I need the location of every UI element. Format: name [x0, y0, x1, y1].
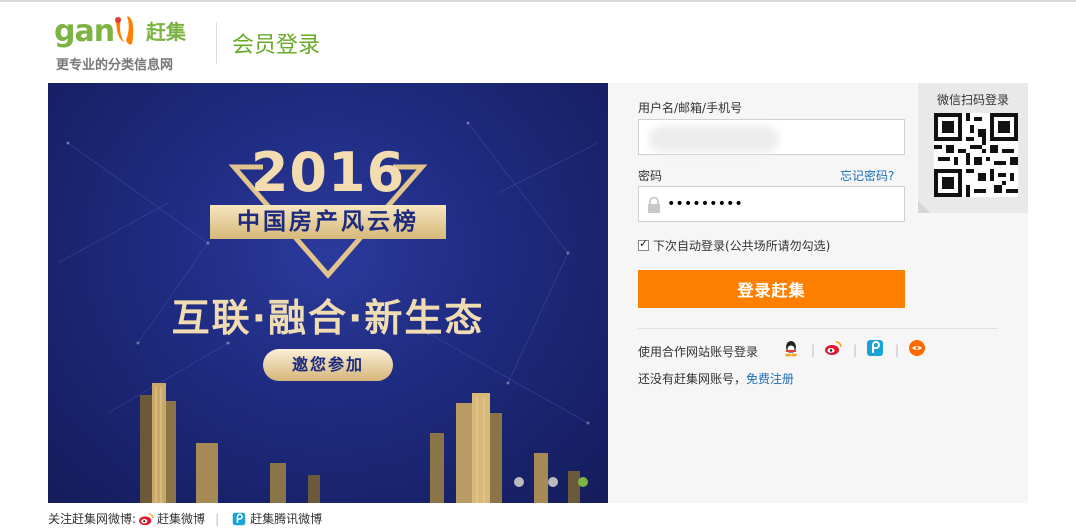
logo-ji-glyph-icon	[115, 16, 134, 45]
carousel-dot-1[interactable]	[514, 477, 524, 487]
tencent-weibo-link[interactable]: 赶集腾讯微博	[250, 510, 322, 527]
qq-icon[interactable]	[782, 339, 800, 357]
sina-weibo-icon	[139, 512, 154, 525]
sina-weibo-icon[interactable]	[824, 339, 842, 357]
promo-banner[interactable]: 2016 中国房产风云榜 互联·融合·新生态 邀您参加	[48, 83, 608, 503]
banner-subtitle: 中国房产风云榜	[237, 209, 419, 235]
logo-chinese-name: 赶集	[146, 20, 186, 44]
banner-headline: 互联·融合·新生态	[171, 296, 485, 340]
username-label: 用户名/邮箱/手机号	[638, 101, 743, 115]
login-panel: 用户名/邮箱/手机号 密码 忘记密码? 下次自动登录(公共场所请勿勾选) 登录赶…	[608, 83, 1028, 503]
carousel-dot-2[interactable]	[548, 477, 558, 487]
forgot-password-link[interactable]: 忘记密码?	[840, 167, 894, 184]
remember-me-label: 下次自动登录(公共场所请勿勾选)	[653, 239, 831, 253]
taobao-icon[interactable]	[908, 339, 926, 357]
footer-social: 关注赶集网微博: 赶集微博 | 赶集腾讯微博	[48, 510, 322, 527]
wechat-qr-login[interactable]: 微信扫码登录	[918, 83, 1028, 213]
login-button[interactable]: 登录赶集	[638, 270, 905, 308]
partner-separator: |	[811, 343, 816, 357]
logo-wordmark: gan	[54, 14, 138, 50]
qr-code-icon[interactable]	[934, 113, 1018, 197]
follow-label: 关注赶集网微博:	[48, 512, 137, 526]
banner-cta-button[interactable]: 邀您参加	[263, 349, 393, 381]
logo-tagline: 更专业的分类信息网	[56, 58, 174, 73]
username-redacted-blur	[649, 126, 779, 152]
tencent-weibo-icon[interactable]	[866, 339, 884, 357]
qr-title: 微信扫码登录	[936, 93, 1009, 107]
header-divider	[216, 22, 217, 64]
username-field[interactable]	[638, 119, 905, 155]
password-field[interactable]	[638, 186, 905, 222]
partner-login-label: 使用合作网站账号登录	[638, 345, 759, 359]
password-input[interactable]	[639, 187, 904, 221]
register-link[interactable]: 免费注册	[746, 372, 794, 386]
top-border	[0, 0, 1076, 2]
tencent-weibo-icon	[232, 512, 246, 525]
checkbox-checked-icon[interactable]	[638, 237, 649, 251]
password-label: 密码	[638, 169, 663, 183]
qr-toggle-corner-icon[interactable]	[918, 201, 930, 213]
page-title: 会员登录	[232, 33, 321, 58]
carousel-dot-3-active[interactable]	[578, 477, 588, 487]
ganji-logo[interactable]: gan 赶集 更专业的分类信息网	[54, 14, 204, 74]
footer-separator: |	[215, 511, 220, 526]
divider	[638, 328, 998, 329]
partner-separator: |	[895, 343, 900, 357]
lock-icon	[648, 197, 660, 213]
no-account-row: 还没有赶集网账号，免费注册	[638, 370, 794, 387]
remember-me-checkbox[interactable]: 下次自动登录(公共场所请勿勾选)	[638, 237, 830, 254]
weibo-link[interactable]: 赶集微博	[157, 510, 205, 527]
banner-subtitle-plate: 中国房产风云榜	[210, 205, 446, 239]
banner-year: 2016	[250, 141, 406, 204]
no-account-text: 还没有赶集网账号，	[638, 372, 747, 386]
partner-separator: |	[853, 343, 858, 357]
